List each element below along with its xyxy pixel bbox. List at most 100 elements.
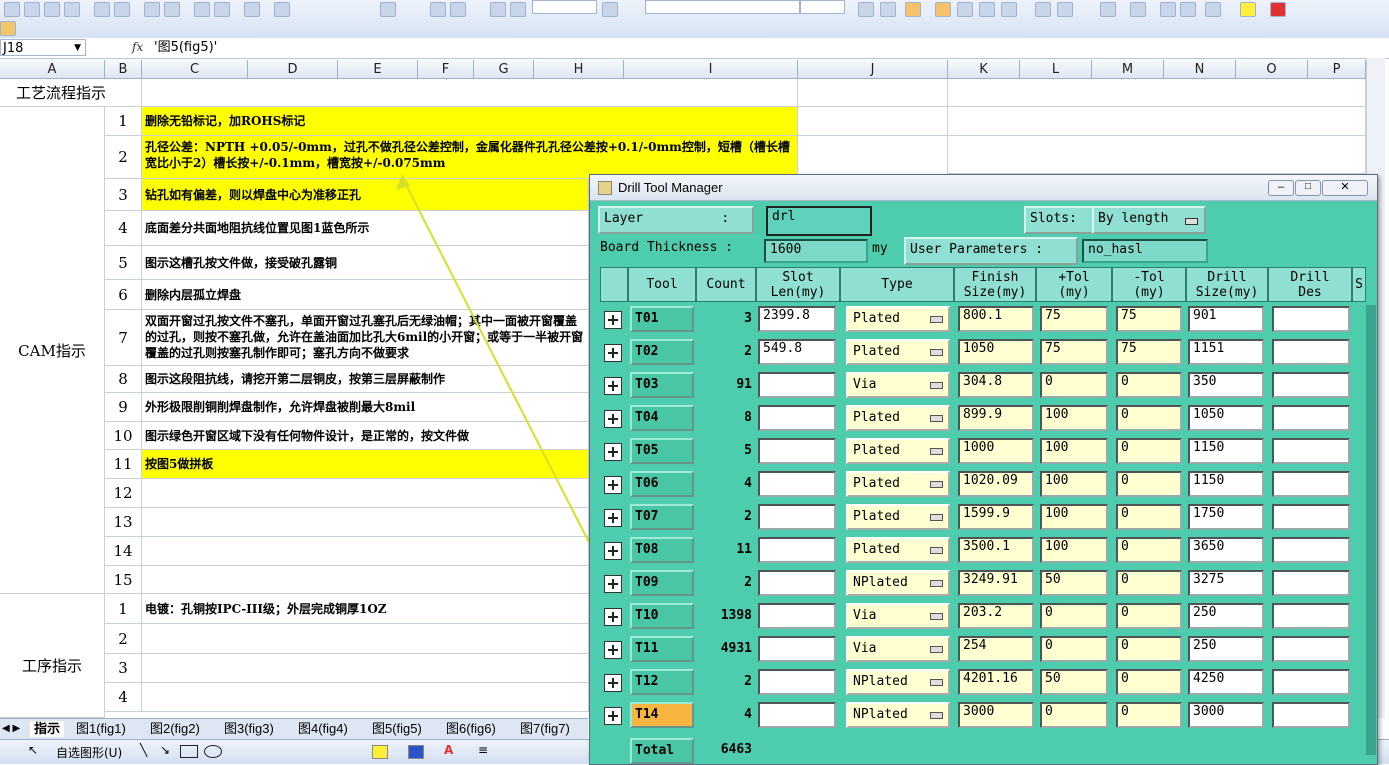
dropdown-icon[interactable] — [930, 349, 943, 356]
slot-len-input[interactable] — [758, 702, 836, 728]
plus-tol-input[interactable]: 50 — [1040, 570, 1108, 596]
tab-fig1[interactable]: 图1(fig1) — [76, 721, 126, 737]
drill-des-input[interactable] — [1272, 438, 1350, 464]
autoshapes-menu[interactable]: 自选图形(U) — [56, 744, 122, 761]
slot-len-input[interactable] — [758, 372, 836, 398]
tool-button[interactable]: T06 — [630, 471, 694, 497]
type-select[interactable]: Plated — [846, 438, 950, 464]
tab-scroll-icon[interactable]: ◀ ▶ — [2, 721, 20, 737]
line-style-icon[interactable]: ≡ — [478, 743, 488, 757]
minus-tol-input[interactable]: 0 — [1116, 372, 1182, 398]
tab-fig5[interactable]: 图5(fig5) — [372, 721, 422, 737]
finish-size-input[interactable]: 3249.91 — [958, 570, 1034, 596]
finish-size-input[interactable]: 254 — [958, 636, 1034, 662]
type-select[interactable]: NPlated — [846, 669, 950, 695]
finish-size-input[interactable]: 4201.16 — [958, 669, 1034, 695]
minimize-icon[interactable]: – — [1268, 180, 1294, 196]
tool-button[interactable]: T12 — [630, 669, 694, 695]
plus-tol-input[interactable]: 100 — [1040, 504, 1108, 530]
drill-des-input[interactable] — [1272, 306, 1350, 332]
dropdown-icon[interactable] — [1185, 218, 1198, 225]
dropdown-icon[interactable] — [930, 382, 943, 389]
finish-size-input[interactable]: 1599.9 — [958, 504, 1034, 530]
minus-tol-input[interactable]: 0 — [1116, 669, 1182, 695]
finish-size-input[interactable]: 899.9 — [958, 405, 1034, 431]
tool-button[interactable]: T02 — [630, 339, 694, 365]
expand-row-icon[interactable] — [604, 608, 622, 626]
type-select[interactable]: Via — [846, 603, 950, 629]
drill-size-input[interactable]: 4250 — [1188, 669, 1264, 695]
drill-size-input[interactable]: 1151 — [1188, 339, 1264, 365]
oval-icon[interactable] — [204, 745, 222, 758]
finish-size-input[interactable]: 3000 — [958, 702, 1034, 728]
plus-tol-input[interactable]: 100 — [1040, 405, 1108, 431]
slot-len-input[interactable] — [758, 636, 836, 662]
slots-select[interactable]: By length — [1092, 206, 1206, 234]
plus-tol-input[interactable]: 100 — [1040, 438, 1108, 464]
drill-size-input[interactable]: 1750 — [1188, 504, 1264, 530]
slot-len-input[interactable] — [758, 537, 836, 563]
tool-button[interactable]: T11 — [630, 636, 694, 662]
dialog-scrollbar[interactable] — [1366, 305, 1376, 755]
drill-des-input[interactable] — [1272, 405, 1350, 431]
minus-tol-input[interactable]: 0 — [1116, 537, 1182, 563]
minus-tol-input[interactable]: 0 — [1116, 603, 1182, 629]
minus-tol-input[interactable]: 0 — [1116, 438, 1182, 464]
minus-tol-input[interactable]: 0 — [1116, 702, 1182, 728]
minus-tol-input[interactable]: 0 — [1116, 570, 1182, 596]
minus-tol-input[interactable]: 0 — [1116, 405, 1182, 431]
drill-size-input[interactable]: 3650 — [1188, 537, 1264, 563]
slot-len-input[interactable]: 2399.8 — [758, 306, 836, 332]
tool-button[interactable]: T09 — [630, 570, 694, 596]
finish-size-input[interactable]: 203.2 — [958, 603, 1034, 629]
finish-size-input[interactable]: 1050 — [958, 339, 1034, 365]
type-select[interactable]: Plated — [846, 504, 950, 530]
plus-tol-input[interactable]: 100 — [1040, 471, 1108, 497]
minus-tol-input[interactable]: 0 — [1116, 504, 1182, 530]
expand-row-icon[interactable] — [604, 542, 622, 560]
dropdown-icon[interactable] — [930, 481, 943, 488]
dropdown-icon[interactable] — [930, 613, 943, 620]
tool-button[interactable]: T07 — [630, 504, 694, 530]
finish-size-input[interactable]: 1020.09 — [958, 471, 1034, 497]
dropdown-icon[interactable] — [930, 415, 943, 422]
slot-len-input[interactable]: 549.8 — [758, 339, 836, 365]
slot-len-input[interactable] — [758, 570, 836, 596]
expand-row-icon[interactable] — [604, 509, 622, 527]
minus-tol-input[interactable]: 75 — [1116, 306, 1182, 332]
tool-button[interactable]: T08 — [630, 537, 694, 563]
drill-des-input[interactable] — [1272, 339, 1350, 365]
minus-tol-input[interactable]: 0 — [1116, 636, 1182, 662]
select-objects-icon[interactable]: ↖ — [28, 743, 42, 757]
arrow-icon[interactable]: ↘ — [160, 743, 170, 757]
drill-des-input[interactable] — [1272, 603, 1350, 629]
close-icon[interactable]: ✕ — [1322, 180, 1368, 196]
drill-size-input[interactable]: 1050 — [1188, 405, 1264, 431]
dropdown-icon[interactable] — [930, 547, 943, 554]
type-select[interactable]: Via — [846, 636, 950, 662]
minus-tol-input[interactable]: 75 — [1116, 339, 1182, 365]
tab-fig3[interactable]: 图3(fig3) — [224, 721, 274, 737]
user-parameters-input[interactable]: no_hasl — [1082, 239, 1208, 263]
line-icon[interactable]: ╲ — [140, 743, 147, 757]
plus-tol-input[interactable]: 75 — [1040, 306, 1108, 332]
drill-size-input[interactable]: 3275 — [1188, 570, 1264, 596]
drill-size-input[interactable]: 250 — [1188, 603, 1264, 629]
plus-tol-input[interactable]: 0 — [1040, 603, 1108, 629]
plus-tol-input[interactable]: 100 — [1040, 537, 1108, 563]
expand-row-icon[interactable] — [604, 707, 622, 725]
expand-row-icon[interactable] — [604, 674, 622, 692]
type-select[interactable]: Plated — [846, 306, 950, 332]
expand-row-icon[interactable] — [604, 641, 622, 659]
drill-size-input[interactable]: 3000 — [1188, 702, 1264, 728]
slot-len-input[interactable] — [758, 471, 836, 497]
dropdown-icon[interactable] — [930, 646, 943, 653]
type-select[interactable]: Via — [846, 372, 950, 398]
expand-row-icon[interactable] — [604, 476, 622, 494]
drill-des-input[interactable] — [1272, 372, 1350, 398]
dropdown-icon[interactable] — [930, 448, 943, 455]
drill-des-input[interactable] — [1272, 537, 1350, 563]
expand-row-icon[interactable] — [604, 344, 622, 362]
slot-len-input[interactable] — [758, 438, 836, 464]
finish-size-input[interactable]: 1000 — [958, 438, 1034, 464]
